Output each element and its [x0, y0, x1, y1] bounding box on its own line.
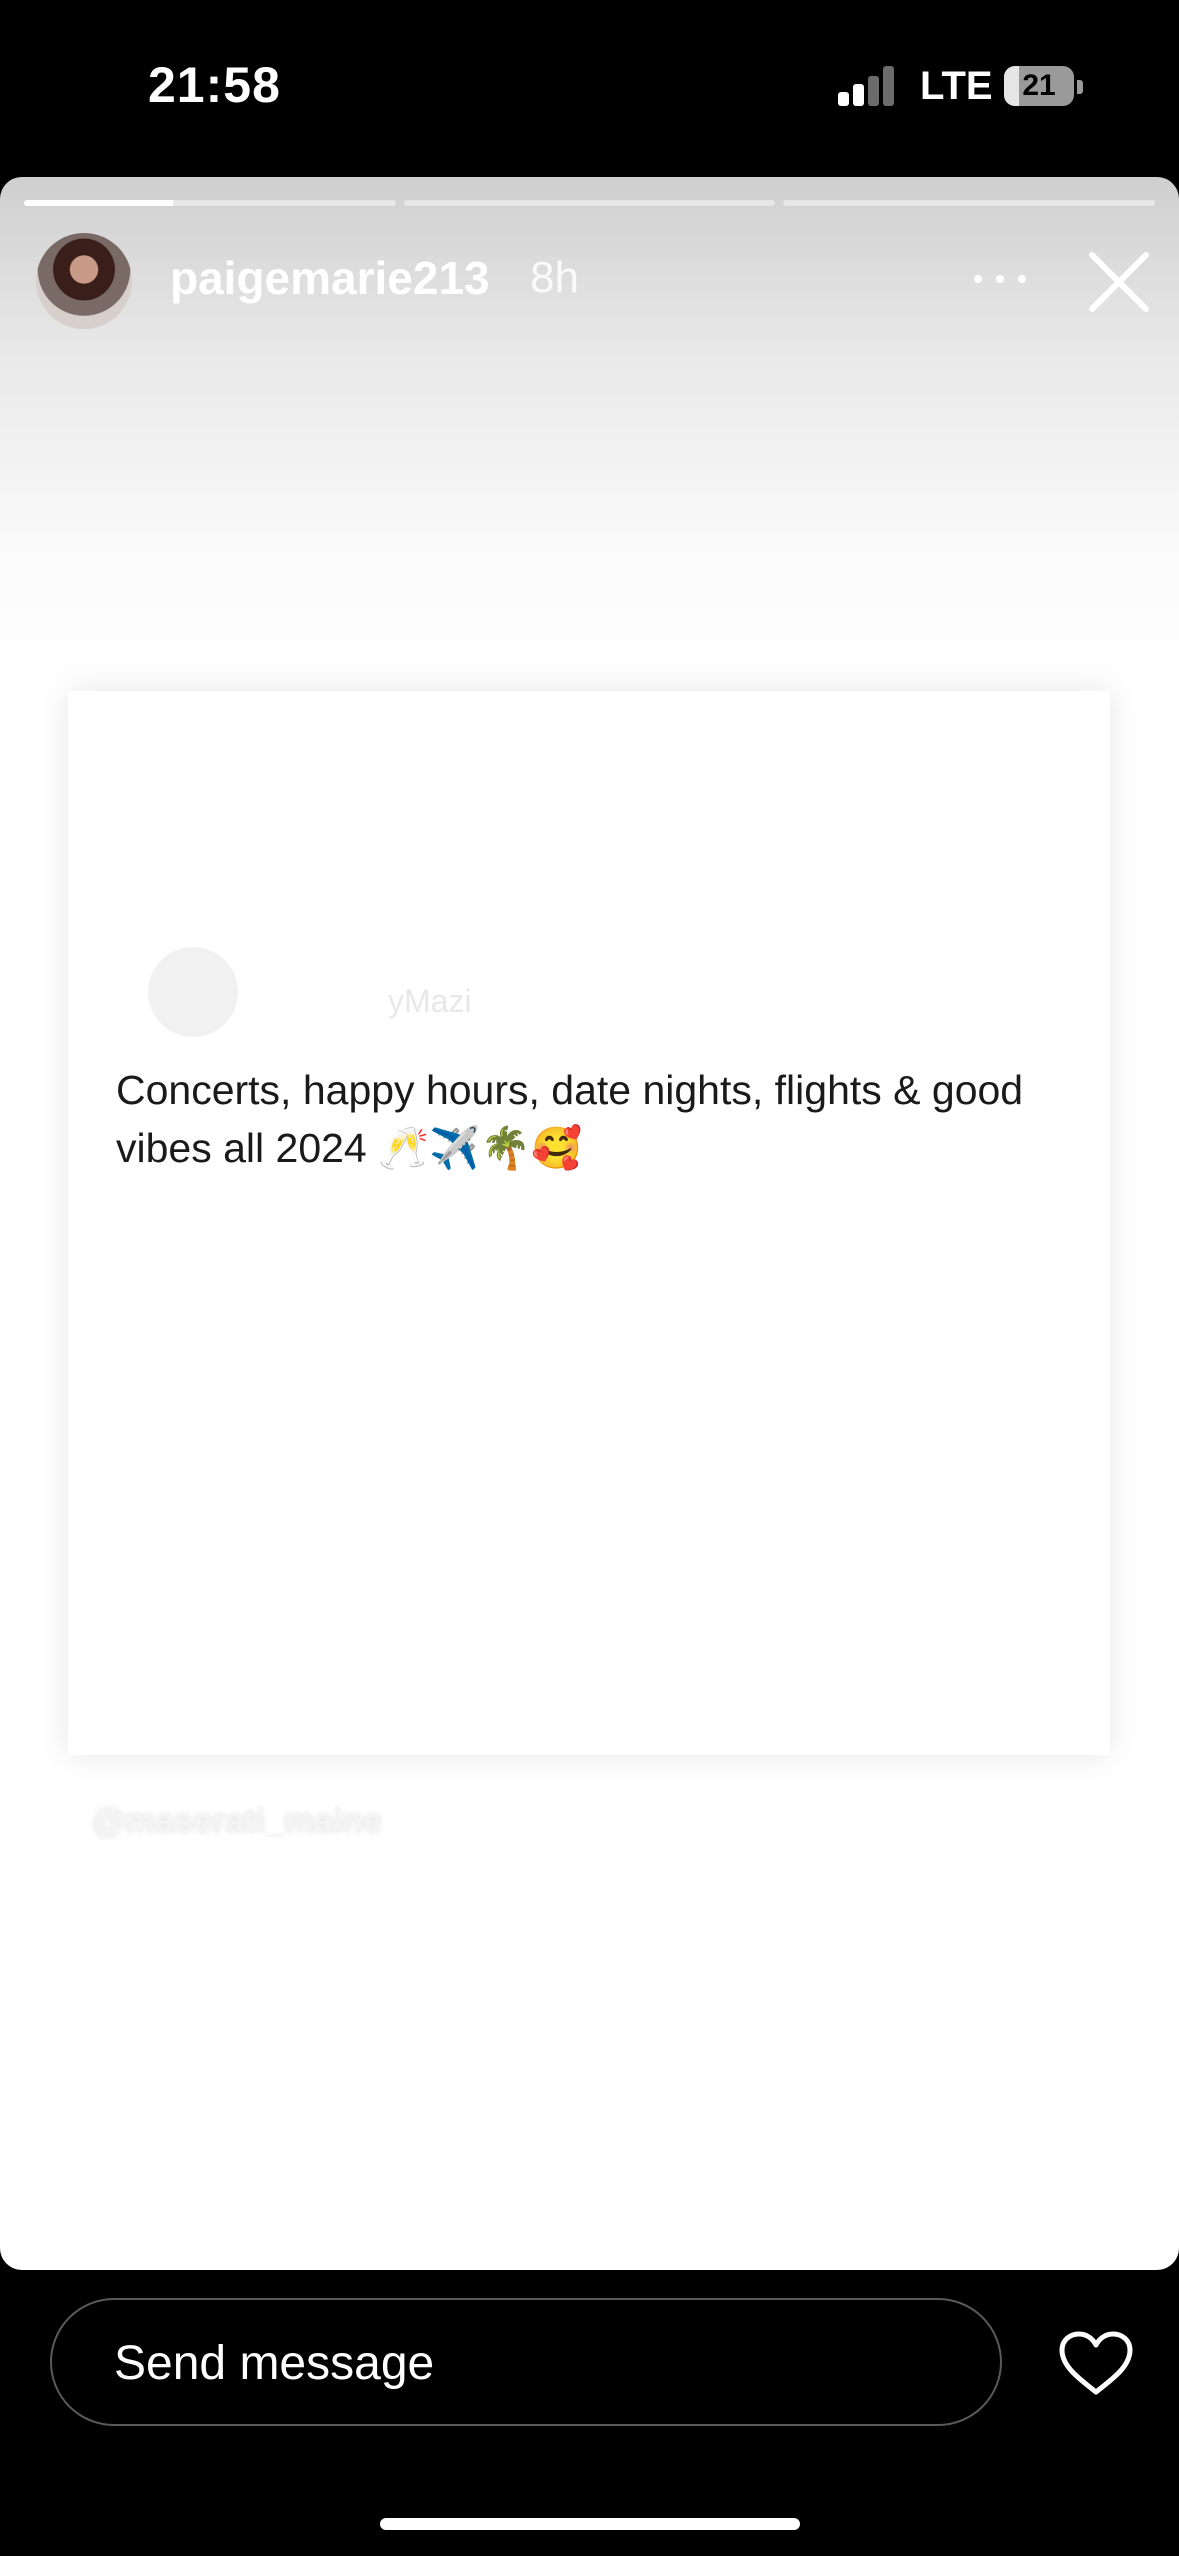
post-text: Concerts, happy hours, date nights, flig…	[116, 1067, 1024, 1171]
cellular-signal-icon	[838, 66, 898, 106]
post-author-avatar	[148, 947, 238, 1037]
battery-level: 21	[1022, 69, 1056, 102]
send-message-placeholder: Send message	[114, 2337, 435, 2390]
story-progress-bar	[24, 200, 1156, 206]
heart-icon[interactable]	[1058, 2330, 1134, 2396]
progress-segment	[24, 200, 396, 206]
battery-icon: 21	[1004, 66, 1074, 106]
avatar[interactable]	[36, 233, 132, 329]
progress-segment	[783, 200, 1156, 206]
battery-cap	[1077, 80, 1083, 94]
send-message-input[interactable]: Send message	[50, 2298, 1002, 2426]
progress-segment	[403, 200, 776, 206]
home-indicator[interactable]	[380, 2518, 800, 2530]
more-icon[interactable]	[970, 269, 1030, 289]
progress-fill	[24, 200, 173, 206]
post-author-handle: yMazi	[388, 983, 472, 1019]
username[interactable]: paigemarie213	[170, 251, 490, 305]
post-time: 8h	[530, 253, 579, 302]
network-type: LTE	[920, 64, 993, 108]
status-bar: 21:58 LTE 21	[0, 0, 1179, 175]
story-viewer[interactable]: paigemarie213 8h yMazi Concerts, happy h…	[0, 177, 1179, 2270]
mention-sticker[interactable]: @maserati_maine	[92, 1802, 382, 1841]
shared-post-card: yMazi Concerts, happy hours, date nights…	[68, 691, 1110, 1755]
close-icon[interactable]	[1084, 247, 1154, 317]
status-time: 21:58	[148, 57, 281, 113]
